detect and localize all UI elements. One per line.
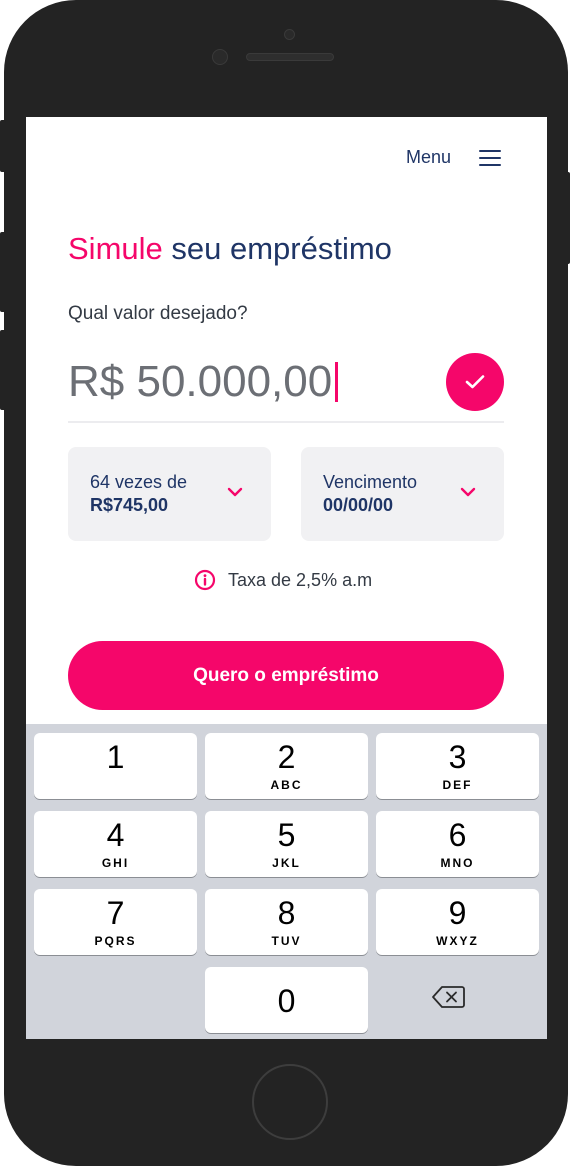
key-5[interactable]: 5 JKL xyxy=(205,811,368,877)
installments-value: R$745,00 xyxy=(90,495,169,515)
amount-input[interactable]: R$ 50.000,00 xyxy=(68,357,339,407)
key-1[interactable]: 1 xyxy=(34,733,197,799)
key-digit: 6 xyxy=(448,817,467,853)
key-3[interactable]: 3 DEF xyxy=(376,733,539,799)
key-9[interactable]: 9 WXYZ xyxy=(376,889,539,955)
app-screen: Menu Simule seu empréstimo Qual valor de… xyxy=(26,117,547,1039)
menu-button[interactable]: Menu xyxy=(406,147,501,168)
interest-rate-info: Taxa de 2,5% a.m xyxy=(194,569,372,591)
request-loan-button[interactable]: Quero o empréstimo xyxy=(68,641,504,710)
amount-question: Qual valor desejado? xyxy=(68,303,248,324)
hamburger-icon xyxy=(479,149,501,167)
menu-label: Menu xyxy=(405,147,451,167)
key-8[interactable]: 8 TUV xyxy=(205,889,368,955)
key-letters: DEF xyxy=(442,778,473,792)
chevron-down-icon xyxy=(460,487,476,497)
mute-switch xyxy=(0,120,6,172)
page-title: Simule seu empréstimo xyxy=(68,231,392,267)
home-button[interactable] xyxy=(252,1064,328,1140)
text-cursor xyxy=(335,362,339,402)
key-letters: WXYZ xyxy=(436,934,479,948)
check-icon xyxy=(465,375,485,389)
page-title-rest: seu empréstimo xyxy=(162,231,392,266)
backspace-key[interactable] xyxy=(423,979,473,1015)
key-digit: 7 xyxy=(106,895,125,931)
key-digit: 2 xyxy=(277,739,296,775)
power-button xyxy=(564,172,570,264)
info-icon xyxy=(194,569,216,591)
installments-select[interactable]: 64 vezes de R$745,00 xyxy=(68,447,271,541)
key-digit: 1 xyxy=(106,739,125,775)
confirm-amount-button[interactable] xyxy=(446,353,504,411)
front-camera xyxy=(212,49,228,65)
interest-rate-text: Taxa de 2,5% a.m xyxy=(228,569,373,590)
backspace-icon xyxy=(432,986,465,1008)
key-2[interactable]: 2 ABC xyxy=(205,733,368,799)
proximity-sensor xyxy=(284,29,295,40)
page-title-accent: Simule xyxy=(68,231,163,266)
key-letters: TUV xyxy=(271,934,302,948)
due-date-label: Vencimento xyxy=(323,472,418,492)
amount-value: R$ 50.000,00 xyxy=(68,357,333,406)
key-letters: ABC xyxy=(270,778,303,792)
key-digit: 3 xyxy=(448,739,467,775)
key-0[interactable]: 0 xyxy=(205,967,368,1033)
key-6[interactable]: 6 MNO xyxy=(376,811,539,877)
amount-field[interactable]: R$ 50.000,00 xyxy=(68,347,504,423)
due-date-select[interactable]: Vencimento 00/00/00 xyxy=(301,447,504,541)
key-digit: 8 xyxy=(277,895,296,931)
installments-label: 64 vezes de xyxy=(90,472,188,492)
key-digit: 0 xyxy=(277,983,296,1019)
volume-down-button xyxy=(0,330,6,410)
key-4[interactable]: 4 GHI xyxy=(34,811,197,877)
volume-up-button xyxy=(0,232,6,312)
key-digit: 9 xyxy=(448,895,467,931)
chevron-down-icon xyxy=(227,487,243,497)
key-7[interactable]: 7 PQRS xyxy=(34,889,197,955)
numeric-keypad: 1 2 ABC 3 DEF 4 GHI 5 JKL 6 MNO 7 PQRS 8 xyxy=(26,724,547,1039)
key-letters: GHI xyxy=(101,856,130,870)
key-letters: MNO xyxy=(440,856,475,870)
due-date-value: 00/00/00 xyxy=(323,495,394,515)
key-digit: 5 xyxy=(277,817,296,853)
key-letters: JKL xyxy=(272,856,301,870)
key-letters: PQRS xyxy=(94,934,137,948)
key-digit: 4 xyxy=(106,817,125,853)
earpiece-speaker xyxy=(246,53,334,61)
